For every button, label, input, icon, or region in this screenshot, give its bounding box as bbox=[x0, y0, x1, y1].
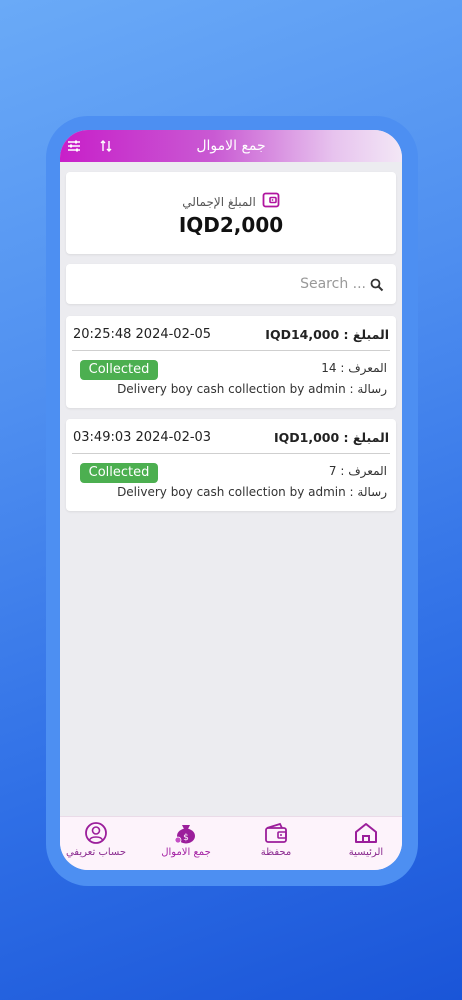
nav-home[interactable]: الرئيسية bbox=[326, 821, 402, 858]
nav-home-label: الرئيسية bbox=[348, 847, 384, 858]
transaction-amount: IQD1,000 bbox=[273, 429, 340, 445]
total-amount-label: المبلغ الإجمالي bbox=[182, 195, 256, 209]
transaction-amount-label: المبلغ : bbox=[343, 326, 389, 342]
app-header: جمع الاموال bbox=[60, 130, 402, 162]
home-icon bbox=[355, 823, 377, 843]
nav-collect-label: جمع الاموال bbox=[161, 847, 211, 858]
transaction-amount: IQD14,000 bbox=[265, 326, 340, 342]
nav-collect[interactable]: $ جمع الاموال bbox=[146, 821, 226, 858]
transaction-id-label: المعرف : bbox=[340, 464, 387, 478]
nav-profile[interactable]: حساب تعريفي bbox=[60, 821, 136, 858]
filter-icon[interactable] bbox=[66, 138, 82, 154]
nav-wallet-label: محفظة bbox=[260, 847, 292, 858]
transaction-id: 14 bbox=[321, 361, 337, 375]
search-input[interactable] bbox=[76, 272, 366, 296]
transaction-amount-label: المبلغ : bbox=[343, 429, 389, 445]
transaction-id-row: المعرف : 7 bbox=[329, 464, 387, 478]
transaction-amount-row: المبلغ : IQD1,000 bbox=[274, 430, 389, 445]
total-amount-card: المبلغ الإجمالي IQD2,000 bbox=[66, 172, 396, 254]
transaction-message: Delivery boy cash collection by admin bbox=[117, 382, 346, 396]
transaction-message-row: رسالة : Delivery boy cash collection by … bbox=[117, 485, 387, 499]
total-amount-value: IQD2,000 bbox=[178, 213, 284, 237]
app-screen: جمع الاموال المبلغ الإجمالي IQD2,000 Sea… bbox=[60, 130, 402, 870]
transaction-message-label: رسالة : bbox=[349, 485, 387, 499]
transaction-message-label: رسالة : bbox=[349, 382, 387, 396]
page-title: جمع الاموال bbox=[196, 138, 266, 154]
transaction-header: 2024-02-05 20:25:48 المبلغ : IQD14,000 bbox=[73, 325, 389, 343]
divider bbox=[72, 453, 390, 454]
transaction-datetime: 2024-02-03 03:49:03 bbox=[73, 429, 212, 445]
total-label-row: المبلغ الإجمالي bbox=[66, 192, 396, 212]
search-bar bbox=[66, 264, 396, 304]
transaction-message: Delivery boy cash collection by admin bbox=[117, 485, 346, 499]
search-icon[interactable] bbox=[370, 277, 384, 296]
transaction-id-row: المعرف : 14 bbox=[321, 361, 387, 375]
transaction-id: 7 bbox=[328, 464, 337, 478]
money-bag-icon: $ bbox=[174, 825, 195, 844]
transaction-datetime: 2024-02-05 20:25:48 bbox=[73, 326, 212, 342]
sort-icon[interactable] bbox=[98, 138, 114, 154]
transaction-amount-row: المبلغ : IQD14,000 bbox=[265, 327, 389, 342]
bottom-nav: الرئيسية محفظة $ جمع الاموال حساب تعريفي bbox=[60, 816, 402, 870]
user-circle-icon bbox=[85, 822, 107, 844]
transaction-card[interactable]: 2024-02-05 20:25:48 المبلغ : IQD14,000 C… bbox=[66, 316, 396, 408]
transaction-id-label: المعرف : bbox=[340, 361, 387, 375]
divider bbox=[72, 350, 390, 351]
status-badge: Collected bbox=[80, 360, 158, 380]
wallet-icon bbox=[265, 822, 287, 843]
transaction-message-row: رسالة : Delivery boy cash collection by … bbox=[117, 382, 387, 396]
nav-wallet[interactable]: محفظة bbox=[236, 821, 316, 858]
status-badge: Collected bbox=[80, 463, 158, 483]
nav-profile-label: حساب تعريفي bbox=[65, 847, 127, 858]
transaction-card[interactable]: 2024-02-03 03:49:03 المبلغ : IQD1,000 Co… bbox=[66, 419, 396, 511]
transaction-header: 2024-02-03 03:49:03 المبلغ : IQD1,000 bbox=[73, 428, 389, 446]
wallet-icon bbox=[262, 192, 280, 212]
svg-text:$: $ bbox=[183, 833, 189, 843]
